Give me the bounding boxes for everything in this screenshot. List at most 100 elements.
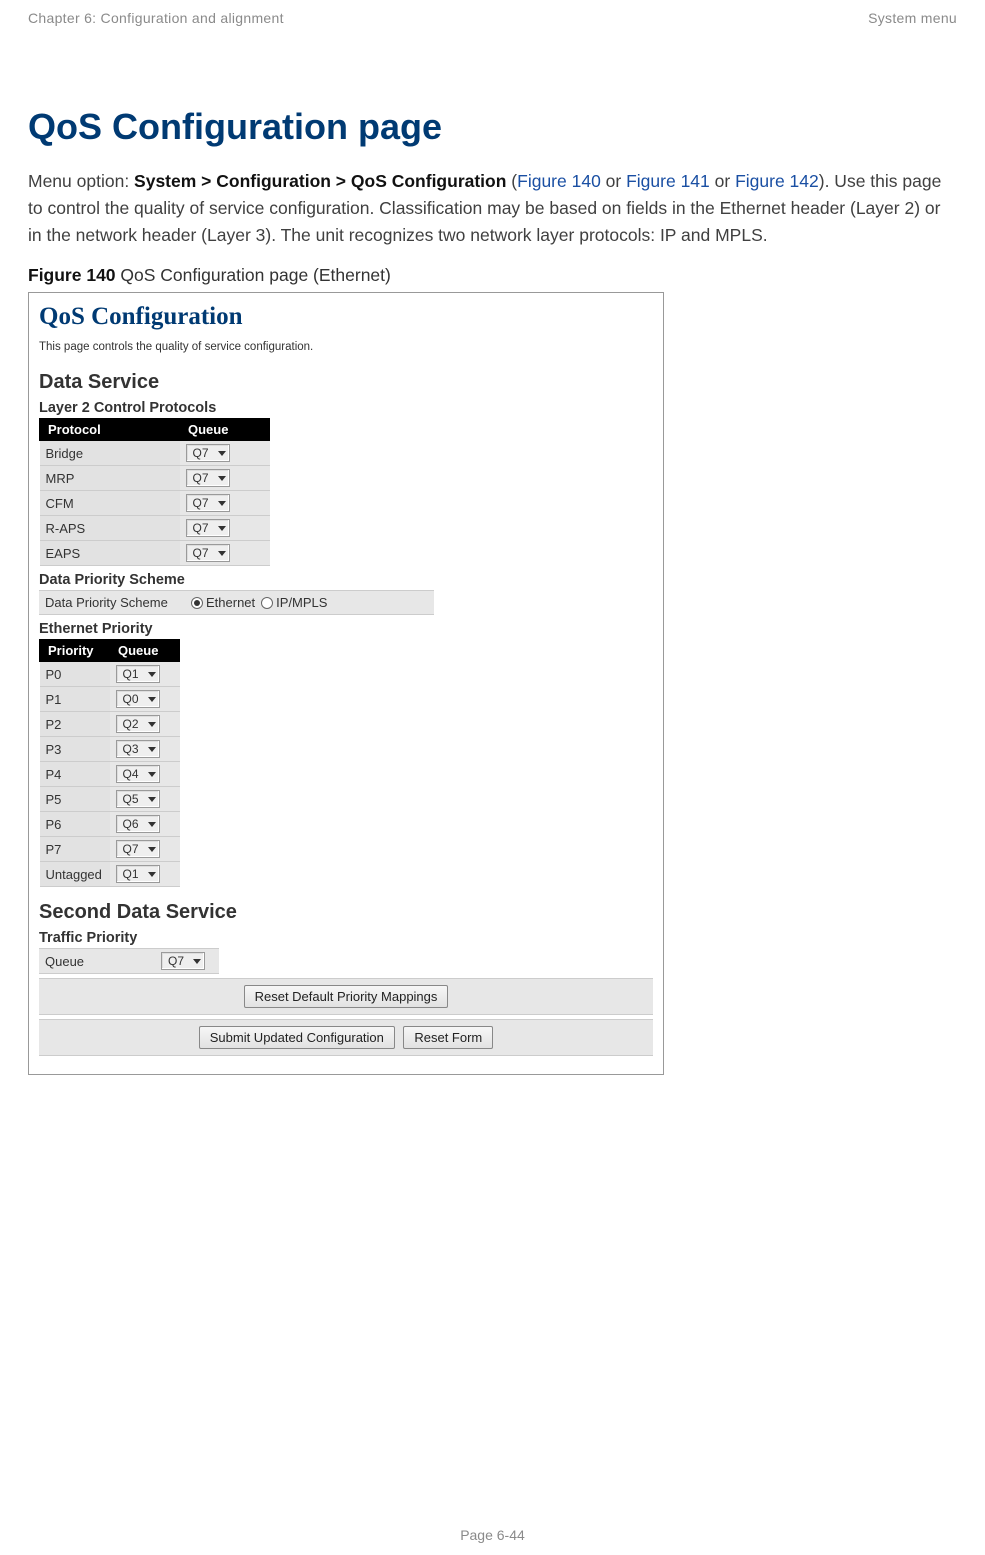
- ep-priority: P2: [40, 712, 110, 737]
- ep-queue-select[interactable]: Q3: [116, 740, 160, 758]
- ep-queue-select[interactable]: Q1: [116, 865, 160, 883]
- button-row-submit: Submit Updated Configuration Reset Form: [39, 1019, 653, 1056]
- chevron-down-icon: [218, 501, 226, 506]
- ep-priority: P0: [40, 662, 110, 687]
- l2cp-queue-select[interactable]: Q7: [186, 444, 230, 462]
- ep-col-queue: Queue: [110, 640, 180, 662]
- chevron-down-icon: [148, 772, 156, 777]
- table-row: MRP Q7: [40, 466, 270, 491]
- ep-priority: P7: [40, 837, 110, 862]
- ep-queue-select[interactable]: Q1: [116, 665, 160, 683]
- ep-queue-select[interactable]: Q4: [116, 765, 160, 783]
- figure-label: Figure 140: [28, 265, 116, 285]
- submit-button[interactable]: Submit Updated Configuration: [199, 1026, 395, 1049]
- ep-queue-select[interactable]: Q2: [116, 715, 160, 733]
- l2cp-protocol: Bridge: [40, 441, 180, 466]
- link-figure-141[interactable]: Figure 141: [626, 171, 710, 191]
- table-row: Bridge Q7: [40, 441, 270, 466]
- l2cp-queue-select[interactable]: Q7: [186, 544, 230, 562]
- l2cp-queue-select[interactable]: Q7: [186, 519, 230, 537]
- qos-config-title: QoS Configuration: [39, 303, 653, 331]
- table-row: CFM Q7: [40, 491, 270, 516]
- second-data-service-heading: Second Data Service: [39, 901, 653, 924]
- chevron-down-icon: [193, 959, 201, 964]
- traffic-priority-heading: Traffic Priority: [39, 930, 653, 946]
- l2cp-protocol: EAPS: [40, 541, 180, 566]
- tp-label: Queue: [45, 954, 155, 969]
- reset-defaults-button[interactable]: Reset Default Priority Mappings: [244, 985, 449, 1008]
- ep-queue-select[interactable]: Q6: [116, 815, 160, 833]
- chevron-down-icon: [218, 526, 226, 531]
- page-title: QoS Configuration page: [28, 106, 957, 148]
- scheme-heading: Data Priority Scheme: [39, 572, 653, 588]
- chevron-down-icon: [148, 722, 156, 727]
- traffic-priority-row: Queue Q7: [39, 948, 219, 974]
- figure-caption: Figure 140 QoS Configuration page (Ether…: [28, 265, 957, 286]
- ep-priority: P6: [40, 812, 110, 837]
- chevron-down-icon: [218, 476, 226, 481]
- select-value: Q0: [123, 692, 139, 706]
- intro-open-paren: (: [506, 171, 517, 191]
- link-figure-142[interactable]: Figure 142: [735, 171, 819, 191]
- radio-label: IP/MPLS: [276, 595, 327, 610]
- scheme-label: Data Priority Scheme: [45, 595, 185, 610]
- reset-form-button[interactable]: Reset Form: [403, 1026, 493, 1049]
- scheme-radio-ethernet[interactable]: Ethernet: [191, 595, 255, 610]
- select-value: Q2: [123, 717, 139, 731]
- chevron-down-icon: [148, 822, 156, 827]
- ep-priority: P5: [40, 787, 110, 812]
- select-value: Q3: [123, 742, 139, 756]
- select-value: Q4: [123, 767, 139, 781]
- l2cp-col-protocol: Protocol: [40, 419, 180, 441]
- select-value: Q6: [123, 817, 139, 831]
- ep-priority: Untagged: [40, 862, 110, 887]
- table-row: Untagged Q1: [40, 862, 180, 887]
- ep-queue-select[interactable]: Q7: [116, 840, 160, 858]
- select-value: Q7: [193, 521, 209, 535]
- l2cp-heading: Layer 2 Control Protocols: [39, 400, 653, 416]
- l2cp-queue-select[interactable]: Q7: [186, 494, 230, 512]
- menu-path: System > Configuration > QoS Configurati…: [134, 171, 506, 191]
- figure-caption-text: QoS Configuration page (Ethernet): [116, 265, 391, 285]
- ep-col-priority: Priority: [40, 640, 110, 662]
- table-row: EAPS Q7: [40, 541, 270, 566]
- table-row: P4Q4: [40, 762, 180, 787]
- select-value: Q7: [168, 954, 184, 968]
- select-value: Q7: [193, 446, 209, 460]
- l2cp-protocol: R-APS: [40, 516, 180, 541]
- header-right: System menu: [868, 10, 957, 26]
- select-value: Q1: [123, 667, 139, 681]
- intro-or2: or: [710, 171, 735, 191]
- ep-queue-select[interactable]: Q0: [116, 690, 160, 708]
- table-row: P6 Q6: [40, 812, 180, 837]
- select-value: Q7: [193, 546, 209, 560]
- radio-icon: [191, 597, 203, 609]
- select-value: Q1: [123, 867, 139, 881]
- select-value: Q7: [193, 496, 209, 510]
- ethernet-priority-heading: Ethernet Priority: [39, 621, 653, 637]
- l2cp-table: Protocol Queue Bridge Q7 MRP Q7 CFM Q7 R…: [39, 418, 270, 566]
- ep-queue-select[interactable]: Q5: [116, 790, 160, 808]
- table-row: P2 Q2: [40, 712, 180, 737]
- table-row: P1 Q0: [40, 687, 180, 712]
- l2cp-col-queue: Queue: [180, 419, 270, 441]
- header-left: Chapter 6: Configuration and alignment: [28, 10, 284, 26]
- chevron-down-icon: [148, 797, 156, 802]
- table-row: P5 Q5: [40, 787, 180, 812]
- l2cp-protocol: MRP: [40, 466, 180, 491]
- chevron-down-icon: [148, 847, 156, 852]
- scheme-row: Data Priority Scheme Ethernet IP/MPLS: [39, 590, 434, 615]
- l2cp-queue-select[interactable]: Q7: [186, 469, 230, 487]
- tp-queue-select[interactable]: Q7: [161, 952, 205, 970]
- scheme-radio-ipmpls[interactable]: IP/MPLS: [261, 595, 327, 610]
- chevron-down-icon: [218, 551, 226, 556]
- data-service-heading: Data Service: [39, 371, 653, 394]
- radio-icon: [261, 597, 273, 609]
- table-row: P3Q3: [40, 737, 180, 762]
- chevron-down-icon: [148, 672, 156, 677]
- l2cp-protocol: CFM: [40, 491, 180, 516]
- page-footer: Page 6-44: [0, 1527, 985, 1543]
- chevron-down-icon: [148, 872, 156, 877]
- ep-priority: P1: [40, 687, 110, 712]
- link-figure-140[interactable]: Figure 140: [517, 171, 601, 191]
